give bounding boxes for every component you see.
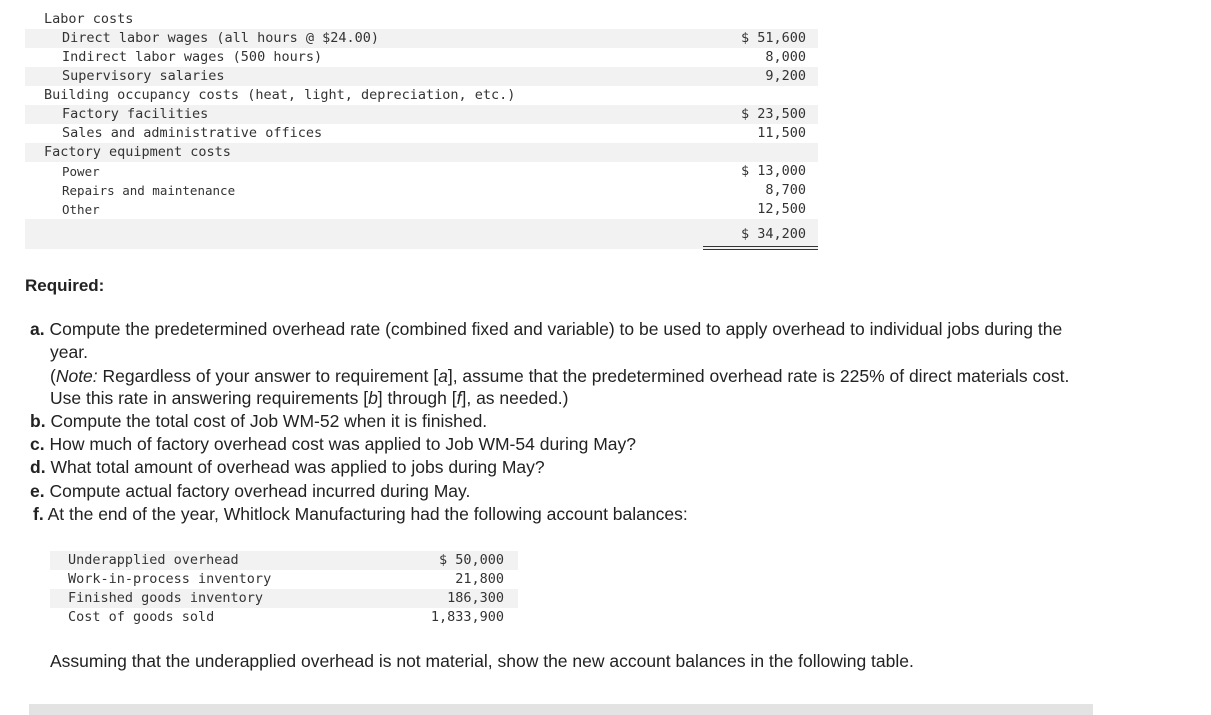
note-text: ], as needed.) (461, 388, 569, 408)
requirement-a-cont: year. (50, 342, 88, 362)
cost-row-amount: 11,500 (757, 125, 806, 141)
cost-row-repairs: Repairs and maintenance 8,700 (25, 181, 818, 200)
account-balances-table: Underapplied overhead $ 50,000 Work-in-p… (50, 551, 518, 627)
balance-row-finished-goods: Finished goods inventory 186,300 (50, 589, 518, 608)
cost-row-power: Power $ 13,000 (25, 162, 818, 181)
cost-row-label: Factory equipment costs (44, 144, 231, 160)
requirement-text: What total amount of overhead was applie… (50, 457, 545, 477)
cost-row-amount: 12,500 (757, 201, 806, 217)
balance-amount: 21,800 (455, 571, 504, 587)
balance-row-underapplied: Underapplied overhead $ 50,000 (50, 551, 518, 570)
cost-row-amount: $ 51,600 (740, 30, 806, 46)
cost-row-factory-facilities: Factory facilities $ 23,500 (25, 105, 818, 124)
requirement-a: a. Compute the predetermined overhead ra… (30, 318, 1062, 341)
balance-label: Cost of goods sold (68, 609, 215, 625)
cost-row-total: $ 34,200 (25, 219, 818, 249)
cost-row-building-occupancy: Building occupancy costs (heat, light, d… (25, 86, 818, 105)
note-text: Use this rate in answering requirements … (50, 388, 369, 408)
note-text: ], assume that the predetermined overhea… (447, 366, 1070, 386)
cost-row-label: Building occupancy costs (heat, light, d… (44, 87, 516, 103)
requirement-key: b. (30, 411, 46, 431)
balance-label: Work-in-process inventory (68, 571, 272, 587)
cost-row-label: Direct labor wages (all hours @ $24.00) (62, 30, 379, 46)
cost-row-label: Other (62, 202, 100, 217)
cost-row-amount: 9,200 (765, 68, 806, 84)
requirement-key: a. (30, 319, 45, 339)
cost-row-labor-costs: Labor costs (25, 10, 818, 29)
required-heading: Required: (25, 276, 105, 295)
instruction-text: Assuming that the underapplied overhead … (50, 651, 914, 671)
balance-label: Finished goods inventory (68, 590, 264, 606)
balance-amount: 186,300 (447, 590, 504, 606)
requirement-text: Compute actual factory overhead incurred… (49, 481, 471, 501)
cost-row-amount: $ 34,200 (740, 226, 806, 242)
cost-row-indirect-labor: Indirect labor wages (500 hours) 8,000 (25, 48, 818, 67)
cost-row-sales-admin: Sales and administrative offices 11,500 (25, 124, 818, 143)
note-ref-a: a (438, 366, 448, 386)
requirement-text: Compute the predetermined overhead rate … (49, 319, 1063, 339)
note-label: Note: (55, 366, 98, 386)
requirement-d: d. What total amount of overhead was app… (30, 456, 545, 479)
requirement-key: e. (30, 481, 45, 501)
requirement-key: d. (30, 457, 46, 477)
cost-row-label: Repairs and maintenance (62, 183, 236, 198)
cost-row-supervisory: Supervisory salaries 9,200 (25, 67, 818, 86)
cost-row-label: Factory facilities (62, 106, 209, 122)
requirement-b: b. Compute the total cost of Job WM-52 w… (30, 410, 487, 433)
requirement-key: f. (33, 504, 44, 524)
balance-label: Underapplied overhead (68, 552, 239, 568)
note-text: ] through [ (377, 388, 457, 408)
cost-row-other: Other 12,500 (25, 200, 818, 219)
cost-row-label: Sales and administrative offices (62, 125, 323, 141)
cost-row-label: Supervisory salaries (62, 68, 225, 84)
note-text: Regardless of your answer to requirement… (97, 366, 439, 386)
cost-row-direct-labor: Direct labor wages (all hours @ $24.00) … (25, 29, 818, 48)
requirement-key: c. (30, 434, 45, 454)
note-ref-b: b (368, 388, 378, 408)
cost-row-amount: $ 23,500 (740, 106, 806, 122)
cost-row-label: Labor costs (44, 11, 134, 27)
requirement-text: How much of factory overhead cost was ap… (49, 434, 637, 454)
requirement-c: c. How much of factory overhead cost was… (30, 433, 636, 456)
balance-row-wip: Work-in-process inventory 21,800 (50, 570, 518, 589)
balance-row-cogs: Cost of goods sold 1,833,900 (50, 608, 518, 627)
answer-table-header-bar (29, 704, 1093, 715)
requirement-text: At the end of the year, Whitlock Manufac… (47, 504, 688, 524)
cost-row-factory-equipment: Factory equipment costs (25, 143, 818, 162)
requirement-note-line2: Use this rate in answering requirements … (50, 387, 569, 410)
cost-row-label: Indirect labor wages (500 hours) (62, 49, 323, 65)
cost-table: Labor costs Direct labor wages (all hour… (25, 10, 818, 250)
balance-amount: $ 50,000 (438, 552, 504, 568)
requirement-text: Compute the total cost of Job WM-52 when… (50, 411, 488, 431)
balance-amount: 1,833,900 (430, 609, 504, 625)
cost-row-amount: 8,000 (765, 49, 806, 65)
requirement-e: e. Compute actual factory overhead incur… (30, 480, 470, 503)
cost-row-amount: $ 13,000 (740, 163, 806, 179)
cost-row-amount: 8,700 (765, 182, 806, 198)
cost-row-label: Power (62, 164, 100, 179)
total-double-rule (703, 246, 818, 250)
requirement-note-line1: (Note: Regardless of your answer to requ… (50, 365, 1069, 388)
requirement-f: f. At the end of the year, Whitlock Manu… (33, 503, 688, 526)
